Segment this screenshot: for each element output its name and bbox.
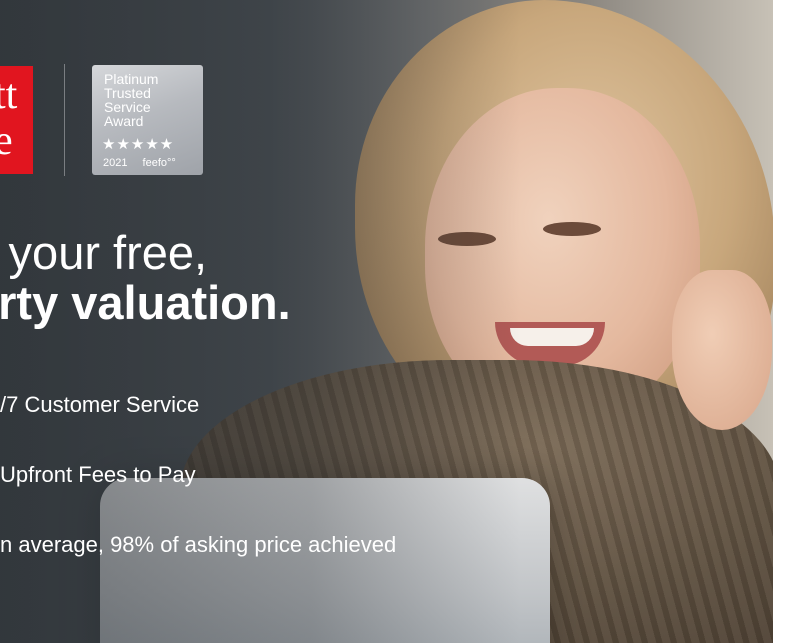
- award-footer: 2021 feefo°°: [103, 157, 188, 169]
- headline: k your free, erty valuation.: [0, 228, 291, 328]
- award-title: Platinum Trusted Service Award: [104, 72, 158, 128]
- award-line: Award: [104, 113, 144, 129]
- benefit-no-upfront-fees: Upfront Fees to Pay: [0, 462, 196, 487]
- promo-banner[interactable]: tt e Platinum Trusted Service Award ★★★★…: [0, 0, 773, 643]
- headline-line-2: erty valuation.: [0, 276, 291, 329]
- award-line: Platinum: [104, 71, 159, 87]
- headline-line-1: k your free,: [0, 226, 208, 279]
- photo-hand: [672, 270, 772, 430]
- brand-logo-line: e: [0, 118, 13, 164]
- star-rating-icon: ★★★★★: [102, 136, 175, 153]
- feefo-award-badge: Platinum Trusted Service Award ★★★★★ 202…: [92, 65, 203, 175]
- logo-divider: [64, 64, 65, 176]
- award-year: 2021: [103, 157, 128, 169]
- photo-teeth: [510, 328, 594, 346]
- page-margin: [773, 0, 787, 643]
- benefit-asking-price: n average, 98% of asking price achieved: [0, 532, 397, 557]
- feefo-logo: feefo°°: [142, 157, 176, 169]
- award-line: Trusted: [104, 85, 151, 101]
- benefit-customer-service: /7 Customer Service: [0, 392, 200, 417]
- brand-logo-line: tt: [0, 72, 18, 118]
- photo-eye-right: [543, 222, 601, 236]
- brand-logo[interactable]: tt e: [0, 66, 33, 174]
- award-line: Service: [104, 99, 151, 115]
- brand-logo-text: tt e: [0, 72, 33, 164]
